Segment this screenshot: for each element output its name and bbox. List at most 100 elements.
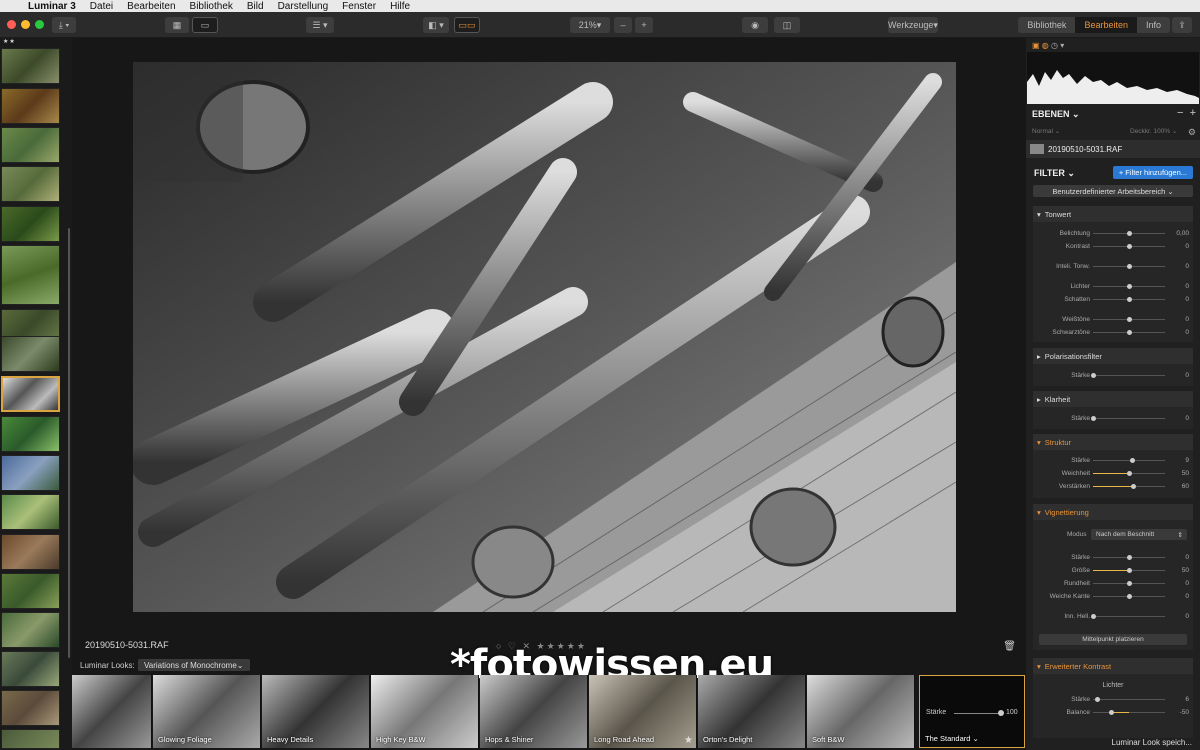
slider-knob[interactable] [1127, 244, 1132, 249]
slider-knob[interactable] [1127, 581, 1132, 586]
opacity-select[interactable]: Deckkr. 100% ⌄ [1130, 127, 1177, 135]
slider-knob[interactable] [1127, 568, 1132, 573]
section-header-tonwert[interactable]: ▾ Tonwert [1033, 206, 1193, 222]
section-header-polarisationsfilter[interactable]: ▸ Polarisationsfilter [1033, 348, 1193, 364]
add-layer-button[interactable]: + [1190, 107, 1196, 119]
photo-preview[interactable] [133, 62, 956, 612]
slider-kontrast-staerke[interactable]: Stärke 6 [1033, 695, 1193, 704]
tab-bearbeiten[interactable]: Bearbeiten [1075, 17, 1137, 33]
slider-knob[interactable] [1127, 284, 1132, 289]
tab-bibliothek[interactable]: Bibliothek [1018, 17, 1075, 33]
look-thumb[interactable]: Orton's Delight [698, 675, 806, 748]
look-thumb[interactable]: Glowing Foliage [153, 675, 261, 748]
history-icon[interactable]: ◷ ▾ [1051, 41, 1064, 50]
slider-verstaerken[interactable]: Verstärken 60 [1033, 482, 1193, 491]
filmstrip-thumb[interactable] [1, 416, 60, 452]
slider-schatten[interactable]: Schatten 0 [1033, 295, 1193, 304]
favorite-star-icon[interactable]: ★ [684, 735, 693, 746]
look-thumb[interactable]: Soft B&W [807, 675, 915, 748]
section-header-erweiterter-kontrast[interactable]: ▾ Erweiterter Kontrast [1033, 658, 1193, 674]
filmstrip-thumb[interactable] [1, 729, 60, 749]
slider-knob[interactable] [1130, 458, 1135, 463]
slider-innere-helligkeit[interactable]: Inn. Hell. 0 [1033, 612, 1193, 621]
preview-button[interactable]: ◉ [742, 17, 768, 33]
filmstrip-thumb[interactable] [1, 494, 60, 530]
look-thumb[interactable]: Hops & Shiner [480, 675, 588, 748]
filmstrip-thumb[interactable] [1, 245, 60, 305]
slider-knob[interactable] [1127, 330, 1132, 335]
slider-knob[interactable] [1109, 710, 1114, 715]
slider-track[interactable] [1093, 712, 1165, 713]
filmstrip-thumb[interactable] [1, 166, 60, 202]
gallery-view-button[interactable]: ▦ [165, 17, 189, 33]
menu-fenster[interactable]: Fenster [342, 1, 376, 12]
blend-mode-select[interactable]: Normal ⌄ [1032, 128, 1060, 135]
layout-toggle-button[interactable]: ◧ ▾ [423, 17, 449, 33]
minimize-window-button[interactable] [21, 20, 30, 29]
slider-track[interactable] [1093, 616, 1165, 617]
remove-layer-button[interactable]: − [1177, 107, 1183, 119]
menu-darstellung[interactable]: Darstellung [278, 1, 329, 12]
filmstrip-scrollbar[interactable] [68, 228, 70, 658]
slider-knob[interactable] [1127, 297, 1132, 302]
slider-vignette-staerke[interactable]: Stärke 0 [1033, 553, 1193, 562]
slider-belichtung[interactable]: Belichtung 0,00 [1033, 229, 1193, 238]
filmstrip-thumb[interactable] [1, 534, 60, 570]
slider-knob[interactable] [1127, 231, 1132, 236]
section-header-klarheit[interactable]: ▸ Klarheit [1033, 391, 1193, 407]
slider-knob[interactable] [1127, 555, 1132, 560]
zoom-out-button[interactable]: – [614, 17, 632, 33]
filmstrip-thumb[interactable] [1, 48, 60, 84]
filmstrip-thumb[interactable] [1, 455, 60, 491]
slider-weisstoene[interactable]: Weißtöne 0 [1033, 315, 1193, 324]
look-thumb[interactable]: Heavy Details [262, 675, 370, 748]
filmstrip-thumb[interactable] [1, 690, 60, 726]
filmstrip-thumb[interactable] [1, 206, 60, 242]
slider-knob[interactable] [1127, 317, 1132, 322]
slider-knob[interactable] [1127, 471, 1132, 476]
compare-button[interactable]: ◫ [774, 17, 800, 33]
slider-knob[interactable] [1127, 264, 1132, 269]
gear-icon[interactable]: ⚙ [1188, 127, 1196, 138]
share-button[interactable]: ⇪ [1172, 17, 1192, 33]
place-center-button[interactable]: Mittelpunkt platzieren [1039, 634, 1187, 645]
menu-bibliothek[interactable]: Bibliothek [190, 1, 233, 12]
layers-title[interactable]: EBENEN ⌄ [1032, 109, 1080, 120]
presets-icon[interactable]: ◍ [1042, 41, 1049, 50]
filmstrip-thumb[interactable] [1, 127, 60, 163]
filmstrip-thumb-selected[interactable] [1, 376, 60, 412]
slider-track[interactable] [1093, 418, 1165, 419]
filmstrip-thumb[interactable] [1, 573, 60, 609]
add-filter-button[interactable]: + Filter hinzufügen... [1112, 166, 1193, 179]
filmstrip-toggle-button[interactable]: ▭▭ [454, 17, 480, 33]
layers-icon[interactable]: ▣ [1032, 41, 1040, 50]
slider-kontrast[interactable]: Kontrast 0 [1033, 242, 1193, 251]
slider-weichheit[interactable]: Weichheit 50 [1033, 469, 1193, 478]
tools-menu[interactable]: Werkzeuge ▾ [888, 17, 938, 33]
slider-weiche-kante[interactable]: Weiche Kante 0 [1033, 592, 1193, 601]
slider-knob[interactable] [1091, 373, 1096, 378]
filter-title[interactable]: FILTER ⌄ [1034, 168, 1075, 179]
workspace-select[interactable]: Benutzerdefinierter Arbeitsbereich ⌄ [1033, 185, 1193, 197]
looks-collection-select[interactable]: Variations of Monochrome ⌄ [138, 659, 250, 671]
look-thumb[interactable] [72, 675, 152, 748]
slider-polar-staerke[interactable]: Stärke 0 [1033, 371, 1193, 380]
zoom-window-button[interactable] [35, 20, 44, 29]
app-menu[interactable]: Luminar 3 [28, 1, 76, 12]
sort-button[interactable]: ☰ ▾ [306, 17, 334, 33]
import-button[interactable]: ⤓ ▾ [52, 17, 76, 33]
look-thumb-selected[interactable]: Stärke 100 The Standard ⌄ [919, 675, 1025, 748]
menu-bild[interactable]: Bild [247, 1, 264, 12]
slider-knob[interactable] [1095, 697, 1100, 702]
slider-balance[interactable]: Balance -50 [1033, 708, 1193, 717]
zoom-in-button[interactable]: + [635, 17, 653, 33]
menu-datei[interactable]: Datei [90, 1, 113, 12]
slider-knob[interactable] [1091, 416, 1096, 421]
slider-groesse[interactable]: Größe 50 [1033, 566, 1193, 575]
look-thumb[interactable]: Long Road Ahead ★ [589, 675, 697, 748]
layer-row[interactable]: 20190510-5031.RAF [1026, 140, 1200, 158]
slider-klarheit-staerke[interactable]: Stärke 0 [1033, 414, 1193, 423]
single-view-button[interactable]: ▭ [192, 17, 218, 33]
slider-lichter[interactable]: Lichter 0 [1033, 282, 1193, 291]
look-thumb[interactable]: High Key B&W [371, 675, 479, 748]
